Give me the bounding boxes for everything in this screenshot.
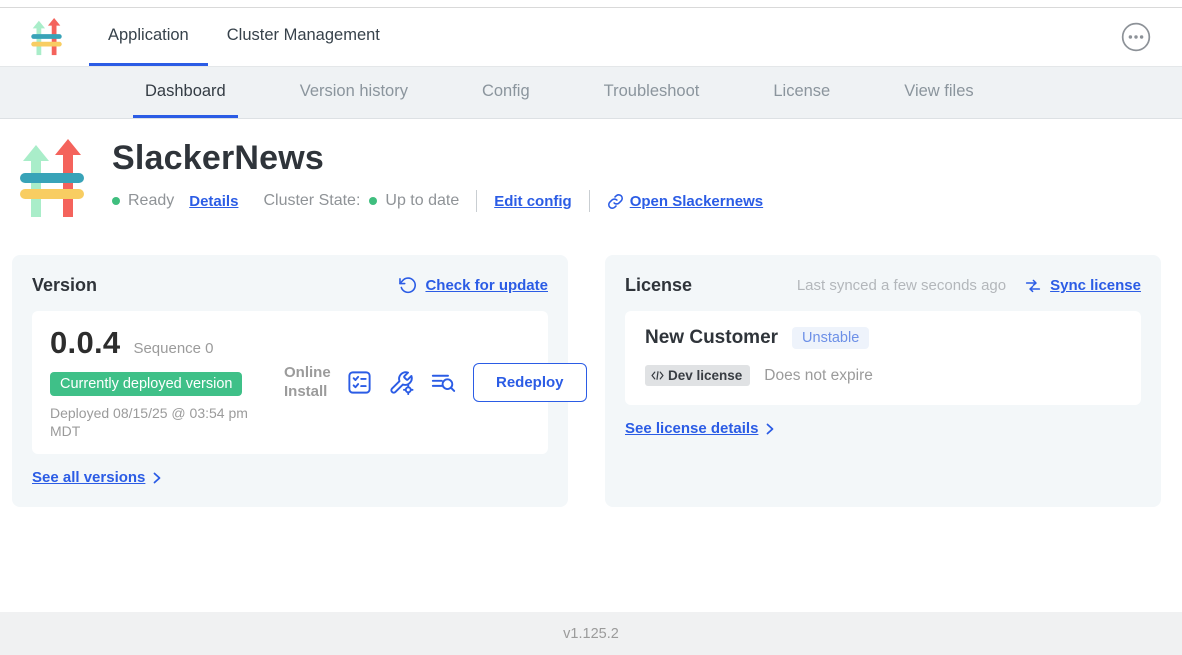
code-icon <box>650 369 665 382</box>
tab-application[interactable]: Application <box>89 8 208 66</box>
ellipsis-circle-icon <box>1120 21 1152 53</box>
app-status-label: Ready <box>128 192 174 210</box>
tab-cluster-management[interactable]: Cluster Management <box>208 8 399 66</box>
cluster-state-dot <box>369 197 377 205</box>
primary-tabs: Application Cluster Management <box>89 8 399 66</box>
tab-version-history[interactable]: Version history <box>288 67 420 118</box>
see-license-details-link[interactable]: See license details <box>625 420 776 437</box>
cluster-state-value: Up to date <box>385 192 459 210</box>
app-status-dot <box>112 197 120 205</box>
details-link[interactable]: Details <box>189 193 238 210</box>
current-version-panel: 0.0.4 Sequence 0 Currently deployed vers… <box>32 311 548 454</box>
refresh-icon <box>398 276 417 295</box>
last-synced-label: Last synced a few seconds ago <box>797 277 1006 294</box>
app-icon <box>20 137 84 221</box>
license-panel: New Customer Unstable Dev license Does n… <box>625 311 1141 405</box>
customer-name: New Customer <box>645 327 778 349</box>
version-number: 0.0.4 <box>50 325 120 361</box>
sync-arrows-icon <box>1024 277 1042 295</box>
config-wrench-icon[interactable] <box>388 369 415 396</box>
open-app-label: Open Slackernews <box>630 193 763 210</box>
version-card-title: Version <box>32 275 97 296</box>
check-for-update-link[interactable]: Check for update <box>398 276 548 295</box>
sync-license-link[interactable]: Sync license <box>1024 277 1141 295</box>
tab-dashboard[interactable]: Dashboard <box>133 67 238 118</box>
page-title: SlackerNews <box>112 139 763 178</box>
license-type-badge: Dev license <box>645 365 750 386</box>
more-menu-button[interactable] <box>1120 21 1152 53</box>
tab-config[interactable]: Config <box>470 67 542 118</box>
redeploy-button[interactable]: Redeploy <box>473 363 587 402</box>
version-action-icons <box>346 369 457 396</box>
edit-config-link[interactable]: Edit config <box>494 193 572 210</box>
console-version: v1.125.2 <box>563 626 619 642</box>
tab-view-files[interactable]: View files <box>892 67 985 118</box>
app-status-row: Ready Details Cluster State: Up to date … <box>112 190 763 212</box>
dashboard-cards: Version Check for update 0.0.4 Sequence … <box>0 221 1182 507</box>
channel-badge: Unstable <box>792 327 869 349</box>
divider <box>476 190 477 212</box>
install-type-label: Online Install <box>284 364 334 402</box>
primary-navbar: Application Cluster Management <box>0 8 1182 67</box>
sequence-label: Sequence 0 <box>133 340 213 357</box>
chain-link-icon <box>607 193 624 210</box>
open-app-link[interactable]: Open Slackernews <box>607 193 763 210</box>
slackernews-logo-icon[interactable] <box>30 17 63 57</box>
see-all-versions-link[interactable]: See all versions <box>32 469 163 486</box>
license-card-title: License <box>625 275 692 296</box>
divider <box>589 190 590 212</box>
app-subnav: Dashboard Version history Config Trouble… <box>0 67 1182 119</box>
deployed-badge: Currently deployed version <box>50 372 242 396</box>
cluster-state-label: Cluster State: <box>263 192 360 210</box>
chevron-right-icon <box>151 472 163 484</box>
deploy-logs-icon[interactable] <box>430 369 457 396</box>
app-header: SlackerNews Ready Details Cluster State:… <box>0 119 1182 221</box>
deployed-timestamp: Deployed 08/15/25 @ 03:54 pm MDT <box>50 404 275 440</box>
license-card: License Last synced a few seconds ago Sy… <box>605 255 1161 507</box>
tab-troubleshoot[interactable]: Troubleshoot <box>592 67 712 118</box>
window-top-divider <box>0 0 1182 8</box>
expiration-label: Does not expire <box>764 367 873 385</box>
console-footer: v1.125.2 <box>0 612 1182 655</box>
chevron-right-icon <box>764 423 776 435</box>
preflight-checks-icon[interactable] <box>346 369 373 396</box>
tab-license[interactable]: License <box>761 67 842 118</box>
dashboard-content: SlackerNews Ready Details Cluster State:… <box>0 119 1182 612</box>
version-card: Version Check for update 0.0.4 Sequence … <box>12 255 568 507</box>
